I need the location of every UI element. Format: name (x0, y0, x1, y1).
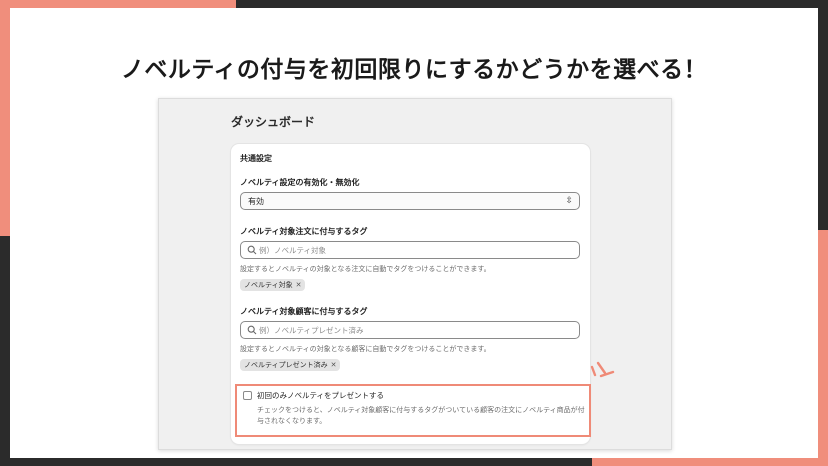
headline: ノベルティの付与を初回限りにするかどうかを選べる！ (120, 57, 708, 83)
search-icon (247, 325, 257, 335)
order-tag-field[interactable] (240, 241, 580, 259)
order-tag-chip-label: ノベルティ対象 (244, 281, 293, 289)
close-icon[interactable]: ✕ (296, 281, 302, 289)
customer-tag-help: 設定するとノベルティの対象となる顧客に自動でタグをつけることができます。 (240, 345, 491, 353)
close-icon[interactable]: ✕ (331, 361, 337, 369)
order-tag-chip: ノベルティ対象 ✕ (240, 279, 306, 291)
search-icon (247, 245, 257, 255)
dashboard-screenshot: ダッシュボード 共通設定 ノベルティ設定の有効化・無効化 有効 ⇳ ノベルティ対… (158, 98, 672, 450)
enable-label: ノベルティ設定の有効化・無効化 (240, 178, 360, 187)
customer-tag-chip: ノベルティプレゼント済み ✕ (240, 359, 341, 371)
customer-tag-chip-label: ノベルティプレゼント済み (244, 361, 328, 369)
order-tag-label: ノベルティ対象注文に付与するタグ (240, 227, 368, 236)
order-tag-input[interactable] (259, 244, 559, 256)
chevron-up-down-icon: ⇳ (565, 196, 573, 206)
first-only-help: チェックをつけると、ノベルティ対象顧客に付与するタグがついている顧客の注文にノベ… (257, 406, 585, 425)
enable-select-value: 有効 (248, 197, 264, 206)
order-tag-help: 設定するとノベルティの対象となる注文に自動でタグをつけることができます。 (240, 265, 491, 273)
slide: ノベルティの付与を初回限りにするかどうかを選べる！ ダッシュボード 共通設定 ノ… (10, 8, 818, 458)
first-only-checkbox[interactable] (243, 391, 252, 400)
card-title: 共通設定 (240, 154, 272, 163)
customer-tag-input[interactable] (259, 324, 559, 336)
sparkle-icon (590, 361, 615, 378)
customer-tag-field[interactable] (240, 321, 580, 339)
page-title: ダッシュボード (231, 115, 316, 129)
customer-tag-label: ノベルティ対象顧客に付与するタグ (240, 307, 368, 316)
enable-select[interactable]: 有効 ⇳ (240, 192, 580, 210)
first-only-label[interactable]: 初回のみノベルティをプレゼントする (257, 390, 384, 401)
